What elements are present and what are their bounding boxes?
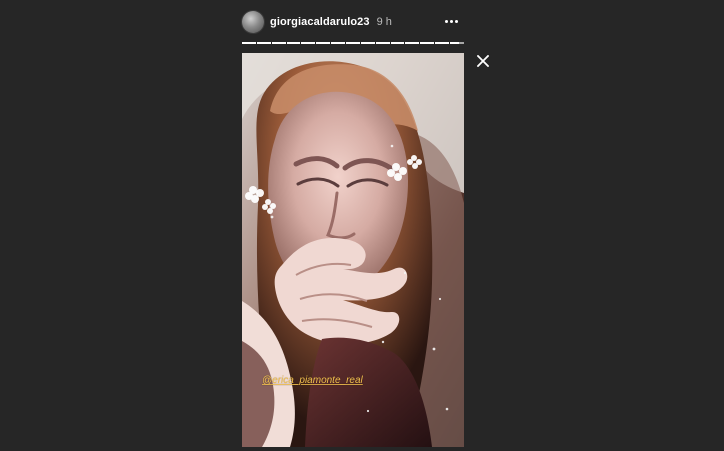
progress-segment [301,42,316,44]
profile-avatar-icon[interactable] [242,11,264,33]
close-button[interactable] [476,54,490,68]
ellipsis-icon [444,19,458,23]
progress-segment [242,42,256,44]
story-photo [242,53,464,447]
progress-segment [360,42,375,44]
story-progress-bar [242,42,464,44]
progress-segment [346,42,360,44]
progress-segment [375,42,390,44]
story-username[interactable]: giorgiacaldarulo23 [270,16,370,28]
story-time: 9 h [376,16,392,28]
progress-segment [435,42,450,44]
story-viewer: giorgiacaldarulo23 9 h @erica_piamonte_r… [0,0,724,451]
current-progress-segment [450,42,464,44]
progress-segment [420,42,435,44]
progress-segment [316,42,331,44]
mention-tag[interactable]: @erica_piamonte_real [262,375,363,386]
close-icon [477,55,489,67]
more-options-button[interactable] [443,12,459,30]
progress-segment [286,42,301,44]
progress-segment [405,42,420,44]
progress-segment [390,42,405,44]
story-media[interactable]: @erica_piamonte_real [242,53,464,447]
progress-segment [256,42,271,44]
progress-segment [331,42,346,44]
progress-segment [271,42,286,44]
story-header: giorgiacaldarulo23 9 h [242,10,464,34]
